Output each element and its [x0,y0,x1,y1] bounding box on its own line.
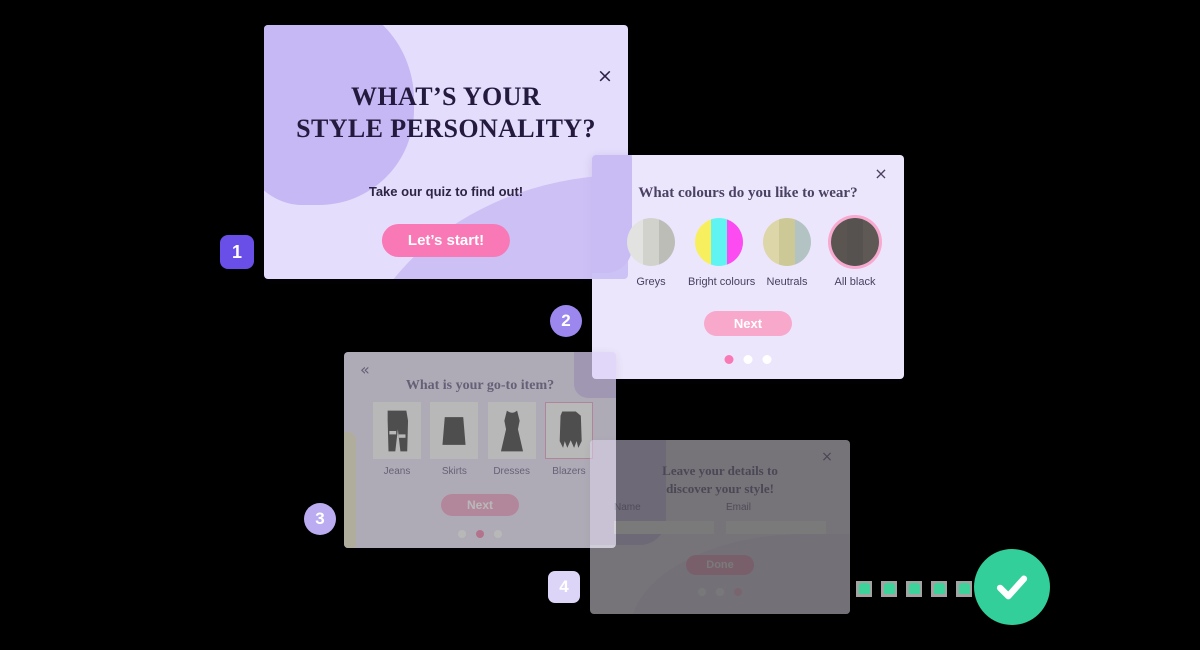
colour-swatch [831,218,879,266]
goto-item-options: Jeans Skirts Dresses Blazers [370,402,596,477]
form-title: Leave your details to discover your styl… [590,462,850,497]
swatch-stripe [863,218,879,266]
swatch-stripe [727,218,743,266]
goto-item-label: Skirts [441,466,467,477]
success-check-icon [974,549,1050,625]
pagination-dots [724,355,772,364]
colour-option-label: Neutrals [766,276,808,288]
skirt-icon [430,402,479,459]
next-button[interactable]: Next [441,494,519,516]
colour-option-neutrals[interactable]: Neutrals [756,218,818,288]
goto-item-option-jeans[interactable]: Jeans [370,402,424,477]
success-trail-frame [956,581,972,597]
goto-item-label: Dresses [493,466,530,477]
name-label: Name [614,502,641,513]
goto-item-label: Jeans [383,466,411,477]
swatch-stripe [695,218,711,266]
step-badge-4: 4 [548,571,580,603]
pagination-dots [458,530,502,538]
name-input[interactable] [614,521,714,534]
swatch-stripe [659,218,675,266]
swatch-stripe [847,218,863,266]
colour-option-bright-colours[interactable]: Bright colours [688,218,756,288]
colour-swatch [763,218,811,266]
email-label: Email [726,502,752,513]
swatch-stripe [779,218,795,266]
colour-swatch [695,218,743,266]
quiz-card-colours: × What colours do you like to wear? Grey… [592,155,904,379]
swatch-stripe [643,218,659,266]
swatch-stripe [711,218,727,266]
pagination-dot-1[interactable] [458,530,466,538]
swatch-stripe [763,218,779,266]
page-title: WHAT’S YOUR STYLE PERSONALITY? [264,81,628,144]
success-animation-trail [856,581,972,597]
pagination-dot-2[interactable] [743,355,753,364]
swatch-stripe [831,218,847,266]
colour-option-label: Greys [636,276,666,288]
title-line-2: STYLE PERSONALITY? [296,113,596,143]
quiz-card-goto-item: « What is your go-to item? Jeans Skirts Dr… [344,352,616,548]
jeans-icon [373,402,421,459]
colour-options: Greys Bright colours Neutrals All black [620,218,886,288]
start-quiz-button[interactable]: Let’s start! [381,224,511,257]
email-input[interactable] [726,521,826,534]
done-button[interactable]: Done [686,555,754,575]
pagination-dot-1[interactable] [724,355,734,364]
colour-swatch [627,218,675,266]
colour-option-greys[interactable]: Greys [620,218,682,288]
success-trail-frame [906,581,922,597]
success-trail-frame [881,581,897,597]
question-title: What is your go-to item? [405,378,555,393]
title-line-1: Leave your details to [662,463,778,478]
pagination-dot-2[interactable] [716,588,724,596]
pagination-dot-1[interactable] [698,588,706,596]
step-badge-2: 2 [550,305,582,337]
quiz-card-details: × Leave your details to discover your st… [590,440,850,614]
title-line-1: WHAT’S YOUR [350,82,542,111]
pagination-dot-3[interactable] [494,530,502,538]
pagination-dot-2[interactable] [476,530,484,538]
close-icon[interactable]: × [594,65,616,87]
pagination-dots [698,588,742,596]
swatch-stripe [795,218,811,266]
colour-option-all-black[interactable]: All black [824,218,886,288]
goto-item-option-blazers[interactable]: Blazers [542,402,596,477]
subtitle: Take our quiz to find out! [368,184,524,199]
quiz-card-intro: × WHAT’S YOUR STYLE PERSONALITY? Take ou… [264,25,628,279]
step-badge-1: 1 [220,235,254,269]
goto-item-label: Blazers [552,466,586,477]
dress-icon [487,402,536,459]
form-field-name: Name [614,502,714,535]
next-button[interactable]: Next [704,311,792,336]
colour-option-label: Bright colours [688,276,756,288]
blazer-icon [544,402,593,459]
close-icon[interactable]: × [870,163,892,185]
screenshot-stage: × WHAT’S YOUR STYLE PERSONALITY? Take ou… [0,0,1200,650]
details-form: Name Email [614,502,826,535]
goto-item-option-dresses[interactable]: Dresses [485,402,539,477]
step-badge-3: 3 [304,503,336,535]
back-chevron-icon[interactable]: « [360,360,370,379]
title-line-2: discover your style! [666,480,774,496]
close-icon[interactable]: × [816,446,838,468]
goto-item-option-skirts[interactable]: Skirts [427,402,481,477]
question-title: What colours do you like to wear? [638,185,858,201]
success-trail-frame [856,581,872,597]
pagination-dot-3[interactable] [762,355,772,364]
colour-option-label: All black [834,276,876,288]
success-trail-frame [931,581,947,597]
swatch-stripe [627,218,643,266]
pagination-dot-3[interactable] [734,588,742,596]
form-field-email: Email [726,502,826,535]
